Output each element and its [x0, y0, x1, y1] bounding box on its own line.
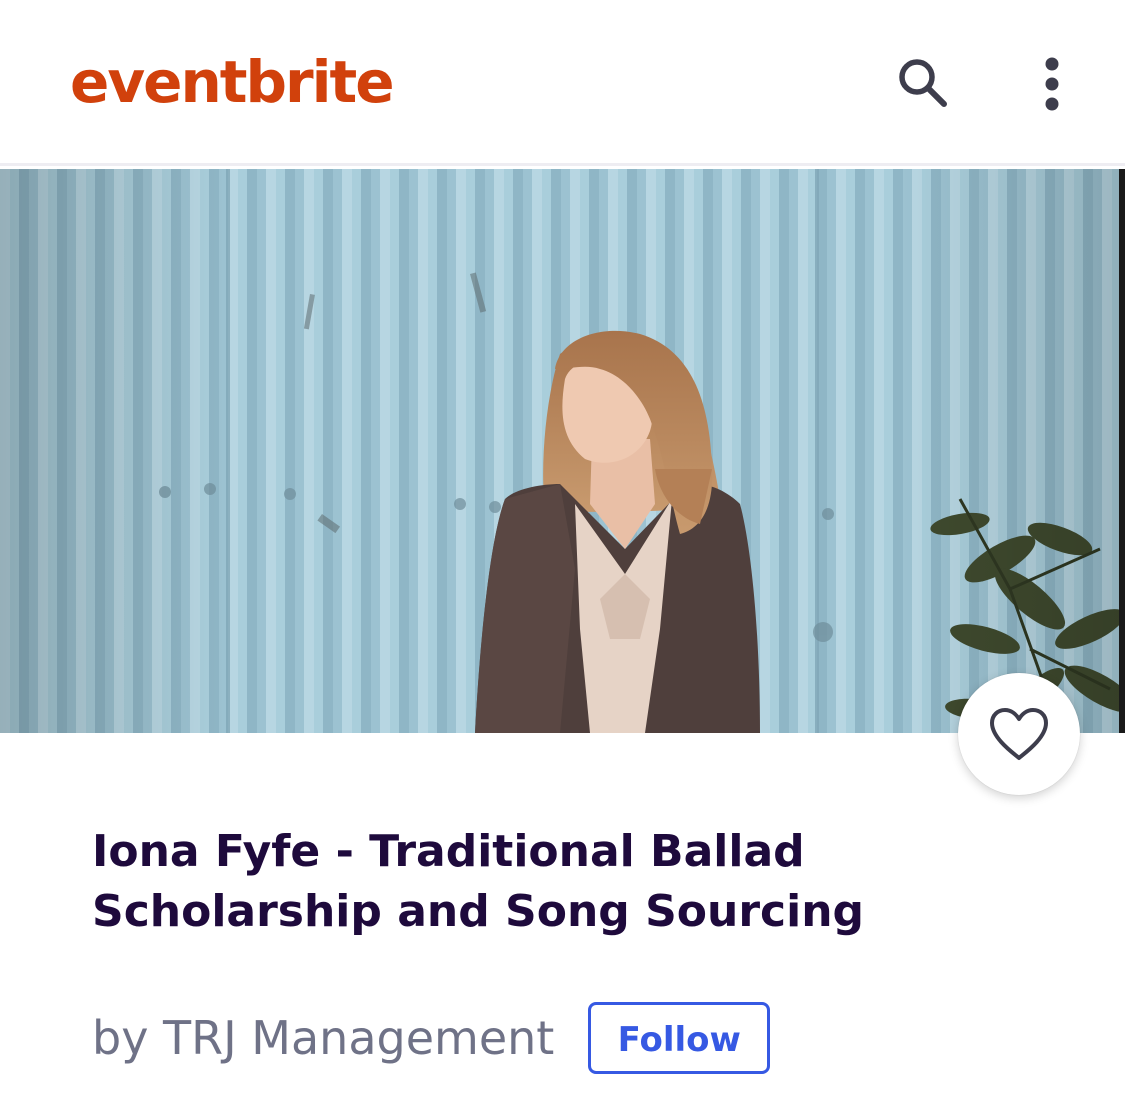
follow-button[interactable]: Follow	[588, 1002, 771, 1074]
event-title: Iona Fyfe - Traditional Ballad Scholarsh…	[92, 826, 865, 937]
more-options-button[interactable]	[1020, 44, 1084, 124]
search-button[interactable]	[888, 48, 958, 118]
app-header: eventbrite	[0, 0, 1125, 166]
search-icon	[899, 59, 947, 107]
eventbrite-logo[interactable]: eventbrite	[70, 42, 395, 122]
more-vertical-icon	[1045, 57, 1059, 111]
organizer-row: by TRJ Management Follow	[92, 1000, 771, 1076]
event-cover-image	[0, 169, 1125, 733]
organizer-name[interactable]: by TRJ Management	[92, 1008, 554, 1068]
heart-icon	[990, 708, 1048, 760]
cover-photo-graphic	[0, 169, 1125, 733]
like-button[interactable]	[958, 673, 1080, 795]
